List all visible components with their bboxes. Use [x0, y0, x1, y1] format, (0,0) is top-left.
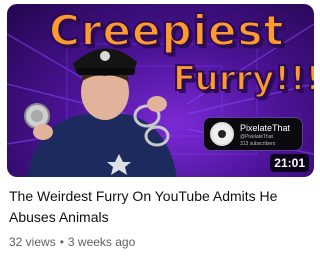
thumbnail-overlay-title: Creepiest	[48, 6, 285, 55]
video-title[interactable]: The Weirdest Furry On YouTube Admits He …	[9, 186, 309, 228]
channel-handle: @PixelateThat	[240, 134, 273, 140]
view-count: 32 views	[9, 235, 56, 249]
upload-age: 3 weeks ago	[67, 235, 136, 249]
video-thumbnail[interactable]: Creepiest Furry!!! PixelateThat @Pixelat…	[7, 4, 314, 177]
channel-avatar	[210, 122, 234, 146]
meta-separator: •	[59, 235, 64, 249]
video-metadata: 32 views • 3 weeks ago	[9, 235, 135, 249]
channel-name: PixelateThat	[240, 123, 291, 133]
thumbnail-channel-badge: PixelateThat @PixelateThat 313 subscribe…	[203, 117, 303, 151]
channel-subscribers: 313 subscribers	[240, 141, 276, 147]
video-card[interactable]: Creepiest Furry!!! PixelateThat @Pixelat…	[0, 0, 320, 262]
duration-badge: 21:01	[270, 154, 309, 172]
thumbnail-overlay-subtitle: Furry!!!	[172, 59, 314, 99]
